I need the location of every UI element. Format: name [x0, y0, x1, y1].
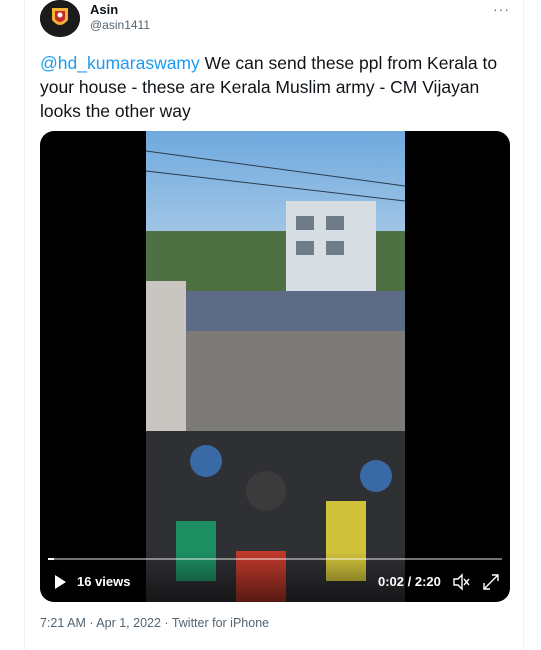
play-icon[interactable]: [52, 574, 68, 590]
video-frame[interactable]: [146, 131, 405, 602]
view-count: 16 views: [77, 574, 131, 589]
progress-bar[interactable]: [48, 558, 502, 560]
display-name[interactable]: Asin: [90, 2, 118, 17]
mute-icon[interactable]: [452, 573, 470, 591]
fullscreen-icon[interactable]: [482, 573, 500, 591]
video-time: 0:02 / 2:20: [378, 574, 441, 589]
meta-separator: ·: [85, 616, 97, 630]
video-player[interactable]: 16 views 0:02 / 2:20: [40, 131, 510, 602]
tweet-source[interactable]: Twitter for iPhone: [172, 616, 269, 630]
user-handle[interactable]: @asin1411: [90, 18, 150, 32]
meta-separator: ·: [160, 616, 172, 630]
tweet-card[interactable]: Asin @asin1411 ··· @hd_kumaraswamy We ca…: [24, 0, 524, 650]
tweet-date[interactable]: Apr 1, 2022: [96, 616, 161, 630]
video-controls: 16 views 0:02 / 2:20: [40, 552, 510, 602]
mention-link[interactable]: @hd_kumaraswamy: [40, 53, 200, 73]
avatar[interactable]: [40, 0, 80, 37]
tweet-text: @hd_kumaraswamy We can send these ppl fr…: [40, 51, 520, 123]
more-icon[interactable]: ···: [493, 2, 510, 16]
progress-fill: [48, 558, 55, 560]
tweet-meta: 7:21 AM · Apr 1, 2022 · Twitter for iPho…: [40, 616, 269, 630]
tweet-time[interactable]: 7:21 AM: [40, 616, 86, 630]
